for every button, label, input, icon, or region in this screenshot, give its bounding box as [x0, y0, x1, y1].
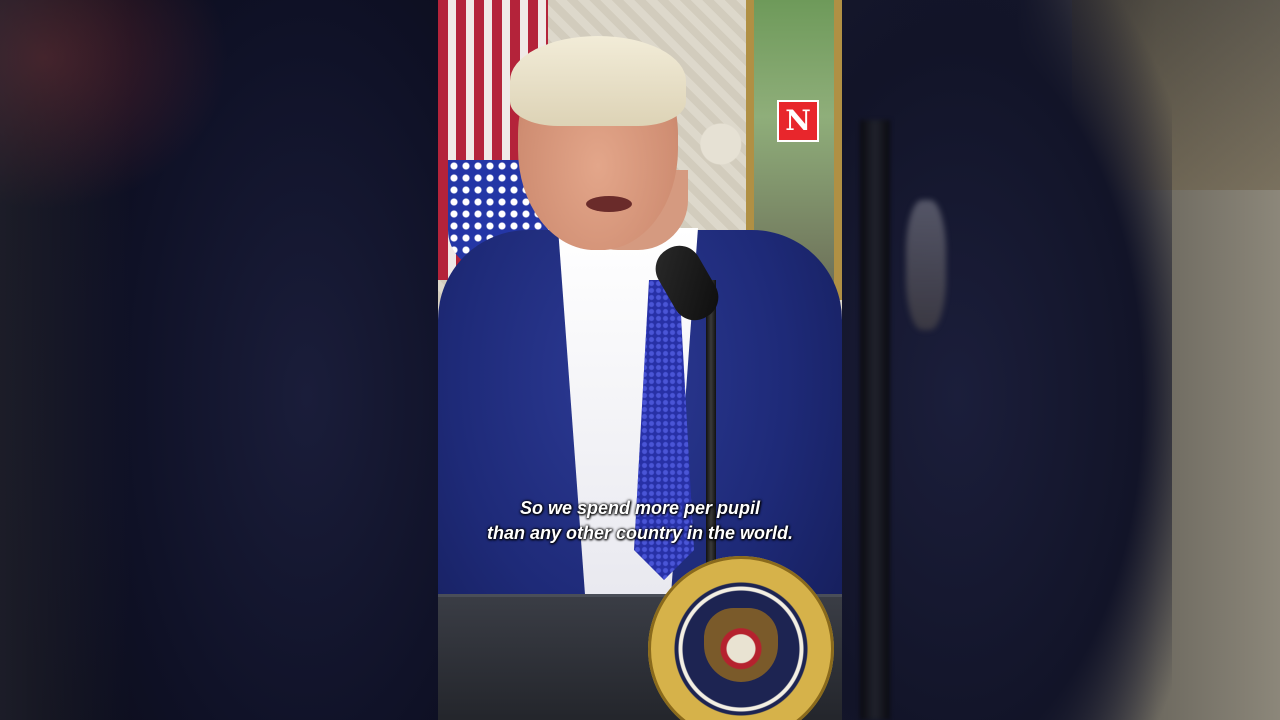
- seal-eagle-icon: [704, 608, 778, 682]
- blurred-microphone-stand: [860, 120, 890, 720]
- blurred-background-right: [842, 0, 1280, 720]
- microphone-stand: [706, 280, 716, 600]
- subtitle-caption: So we spend more per pupil than any othe…: [438, 496, 842, 546]
- video-stage[interactable]: N So we spend more per pupil than any ot…: [0, 0, 1280, 720]
- blurred-lapel-pin: [906, 200, 946, 330]
- speaker-hair: [510, 36, 686, 126]
- blurred-suit: [842, 0, 1172, 720]
- newsweek-logo: N: [777, 100, 819, 142]
- caption-line-1: So we spend more per pupil: [519, 498, 761, 518]
- speaker-mouth: [586, 196, 632, 212]
- blurred-background-left: [0, 0, 438, 720]
- caption-line-2: than any other country in the world.: [486, 523, 794, 543]
